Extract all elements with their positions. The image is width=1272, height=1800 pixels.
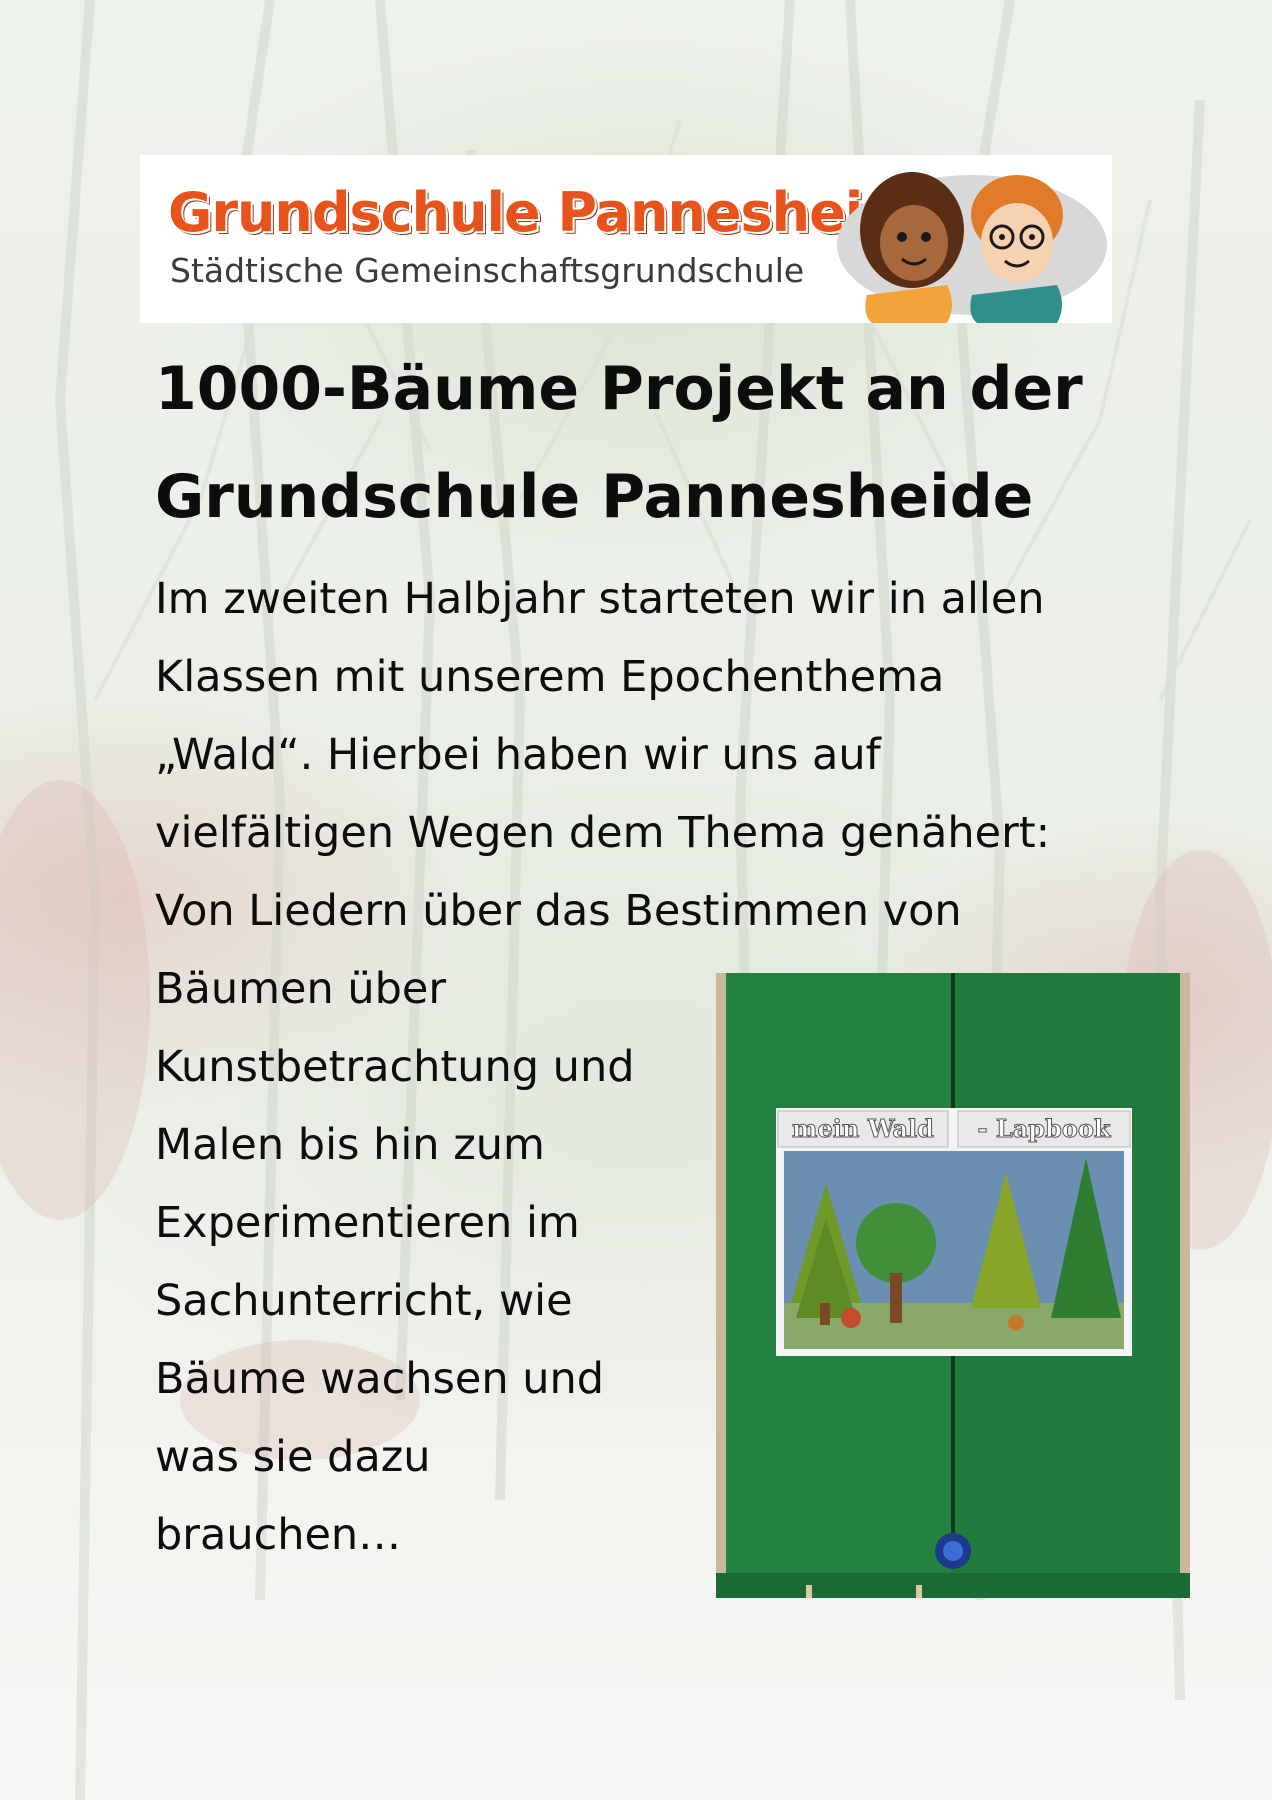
paragraph-line: Sachunterricht, wie	[155, 1276, 573, 1326]
title-line: 1000-Bäume Projekt an der	[155, 354, 1083, 424]
school-subtitle: Städtische Gemeinschaftsgrundschule	[170, 251, 805, 290]
school-header-banner: Grundschule Pannesheide Städtische Gemei…	[140, 155, 1112, 323]
paragraph-line: Klassen mit unserem Epochenthema	[155, 652, 945, 702]
paragraph-line: Malen bis hin zum	[155, 1120, 545, 1170]
paragraph-line: Bäumen über	[155, 964, 447, 1014]
children-mascot-icon	[837, 172, 1107, 323]
paragraph-line: Bäume wachsen und	[155, 1354, 605, 1404]
intro-paragraph: Im zweiten Halbjahr starteten wir in all…	[155, 560, 1155, 950]
paragraph-line: Von Liedern über das Bestimmen von	[155, 886, 962, 936]
paragraph-line: vielfältigen Wegen dem Thema genähert:	[155, 808, 1051, 858]
paragraph-line: Im zweiten Halbjahr starteten wir in all…	[155, 574, 1045, 624]
paragraph-line: Kunstbetrachtung und	[155, 1042, 635, 1092]
paragraph-line: brauchen…	[155, 1510, 402, 1560]
paragraph-line: was sie dazu	[155, 1432, 431, 1482]
lapbook-label-left: mein Wald	[792, 1114, 934, 1143]
page-title: 1000-Bäume Projekt an der Grundschule Pa…	[155, 335, 1155, 551]
title-line: Grundschule Pannesheide	[155, 462, 1034, 532]
paragraph-line: „Wald“. Hierbei haben wir uns auf	[155, 730, 881, 780]
lapbook-photo: mein Wald - Lapbook	[716, 973, 1190, 1598]
intro-paragraph-continued: Bäumen über Kunstbetrachtung und Malen b…	[155, 950, 715, 1574]
school-name-logo: Grundschule Pannesheide	[168, 181, 937, 244]
paragraph-line: Experimentieren im	[155, 1198, 580, 1248]
lapbook-label-right: - Lapbook	[978, 1114, 1112, 1143]
